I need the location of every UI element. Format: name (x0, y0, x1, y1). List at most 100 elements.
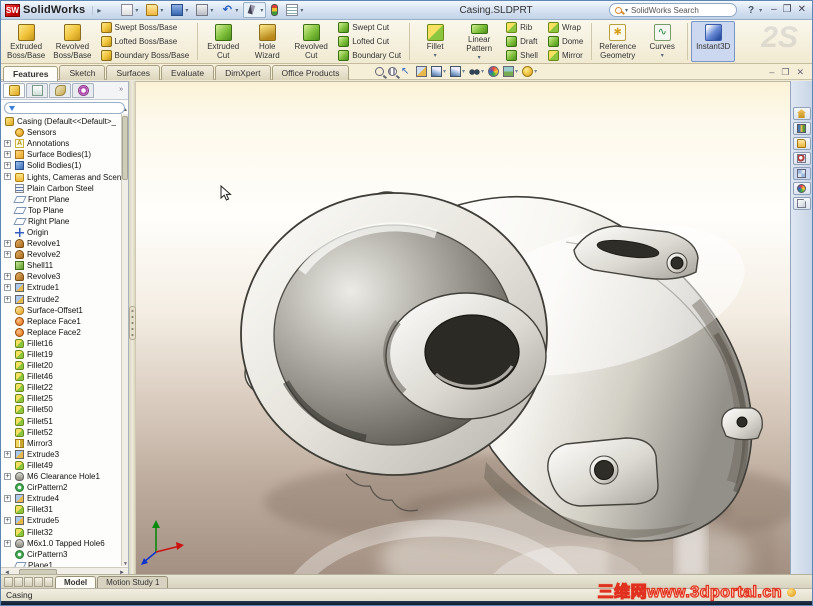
appearances-scenes-tab[interactable] (792, 182, 811, 195)
tree-item[interactable]: + Fillet52 (3, 427, 128, 438)
tree-item[interactable]: + Revolve2 (3, 249, 128, 260)
tree-item[interactable]: + Extrude1 (3, 282, 128, 293)
zoom-to-area-button[interactable] (388, 67, 397, 76)
tree-filter-input[interactable] (4, 102, 125, 114)
tree-item[interactable]: + Solid Bodies(1) (3, 160, 128, 171)
tree-item[interactable]: + Fillet49 (3, 460, 128, 471)
tree-item[interactable]: + CirPattern3 (3, 549, 128, 560)
tree-item[interactable]: + Fillet20 (3, 360, 128, 371)
nav-next-button[interactable] (24, 577, 33, 587)
tree-item[interactable]: + Replace Face1 (3, 316, 128, 327)
lofted-cut-button[interactable]: Lofted Cut (336, 35, 403, 48)
tree-item[interactable]: + Extrude3 (3, 449, 128, 460)
configurationmanager-tab[interactable] (49, 83, 71, 98)
undo-button[interactable] (218, 2, 241, 18)
doc-close-button[interactable]: ✕ (796, 66, 804, 78)
tree-item[interactable]: + M6 Clearance Hole1 (3, 471, 128, 482)
propertymanager-tab[interactable] (26, 83, 48, 98)
tree-item[interactable]: + Front Plane (3, 194, 128, 205)
dome-button[interactable]: Dome (546, 35, 585, 48)
command-tab[interactable]: Sketch (59, 65, 106, 80)
search-input[interactable]: ▾ SolidWorks Search (608, 3, 737, 17)
nav-last-button[interactable] (34, 577, 43, 587)
tree-item[interactable]: + Surface-Offset1 (3, 305, 128, 316)
expand-plus-icon[interactable]: + (4, 450, 11, 458)
apply-scene-button[interactable] (503, 66, 518, 77)
tree-item[interactable]: + Fillet22 (3, 382, 128, 393)
tree-item[interactable]: + Origin (3, 227, 128, 238)
nav-first-button[interactable] (4, 577, 13, 587)
expand-plus-icon[interactable]: + (4, 251, 11, 259)
tree-item[interactable]: + Fillet50 (3, 404, 128, 415)
command-tab[interactable]: Features (3, 66, 59, 81)
previous-view-button[interactable] (401, 66, 412, 77)
command-tab[interactable]: DimXpert (215, 65, 271, 80)
expand-plus-icon[interactable]: + (4, 240, 11, 248)
command-tab[interactable]: Surfaces (106, 65, 160, 80)
edit-appearance-button[interactable] (488, 66, 500, 77)
search-tab[interactable] (792, 152, 811, 165)
view-settings-button[interactable] (522, 66, 537, 77)
scroll-up-icon[interactable]: ▲ (122, 107, 129, 113)
expand-plus-icon[interactable]: + (4, 140, 11, 148)
tree-item[interactable]: + Revolve3 (3, 271, 128, 282)
dropdown-arrow-icon[interactable]: ▾ (661, 52, 664, 59)
tree-item[interactable]: + Plain Carbon Steel (3, 183, 128, 194)
bottom-mount-lug[interactable] (547, 437, 659, 507)
select-button[interactable] (243, 2, 267, 18)
tree-item[interactable]: + Fillet46 (3, 371, 128, 382)
close-button[interactable]: ✕ (798, 5, 806, 15)
tree-item[interactable]: + Mirror3 (3, 438, 128, 449)
dropdown-arrow-icon[interactable]: ▾ (478, 54, 481, 61)
tree-item[interactable]: + Right Plane (3, 216, 128, 227)
featuremanager-tree-tab[interactable] (3, 83, 25, 98)
rebuild-button[interactable] (268, 2, 281, 18)
expand-plus-icon[interactable]: + (4, 473, 11, 480)
display-style-button[interactable] (450, 66, 465, 77)
study-tab[interactable]: Motion Study 1 (97, 576, 169, 588)
tree-item[interactable]: + Surface Bodies(1) (3, 149, 128, 160)
expand-plus-icon[interactable]: + (4, 162, 11, 170)
toolbar-expand-arrow-icon[interactable]: ▸ (92, 5, 105, 15)
tree-item[interactable]: + Fillet32 (3, 526, 128, 537)
expand-plus-icon[interactable]: + (4, 284, 11, 292)
command-tab[interactable]: Office Products (271, 65, 350, 80)
restore-button[interactable]: ❐ (783, 5, 792, 15)
tree-item[interactable]: + Fillet16 (3, 338, 128, 349)
tree-item[interactable]: + Lights, Cameras and Scen (3, 171, 128, 182)
tree-vscroll-thumb[interactable] (122, 116, 128, 180)
expand-plus-icon[interactable]: + (4, 273, 11, 281)
help-button[interactable]: ? (748, 5, 754, 16)
minimize-button[interactable]: – (771, 5, 777, 15)
dropdown-arrow-icon[interactable]: ▾ (434, 52, 437, 59)
splitter-handle[interactable] (129, 306, 136, 340)
doc-restore-button[interactable]: ❐ (781, 66, 789, 78)
wrap-button[interactable]: Wrap (546, 21, 585, 34)
nav-list-button[interactable] (44, 577, 53, 587)
boundary-cut-button[interactable]: Boundary Cut (336, 49, 403, 62)
shell-button[interactable]: Shell (504, 49, 540, 62)
fillet-button[interactable]: Fillet ▾ (413, 21, 457, 62)
custom-properties-tab[interactable] (792, 197, 811, 210)
reference-geometry-button[interactable]: ReferenceGeometry▾ (595, 21, 640, 63)
zoom-to-fit-button[interactable] (375, 67, 384, 76)
options-button[interactable] (283, 2, 306, 18)
tree-item[interactable]: + Fillet31 (3, 504, 128, 515)
tree-item[interactable]: + Fillet19 (3, 349, 128, 360)
mirror-button[interactable]: Mirror (546, 49, 585, 62)
tree-item[interactable]: + Plane1 (3, 560, 128, 567)
tree-item[interactable]: + M6x1.0 Tapped Hole6 (3, 538, 128, 549)
expand-plus-icon[interactable]: + (4, 539, 11, 547)
panel-chevron-icon[interactable]: » (119, 86, 125, 93)
scroll-down-icon[interactable]: ▼ (122, 561, 129, 567)
view-orientation-button[interactable] (431, 66, 446, 77)
tree-item[interactable]: + Top Plane (3, 205, 128, 216)
tree-item[interactable]: + Shell11 (3, 260, 128, 271)
nav-prev-button[interactable] (14, 577, 23, 587)
tree-item[interactable]: + Extrude4 (3, 493, 128, 504)
swept-boss-base-button[interactable]: Swept Boss/Base (99, 21, 192, 34)
graphics-viewport[interactable] (136, 81, 790, 578)
tree-item[interactable]: + Sensors (3, 127, 128, 138)
expand-plus-icon[interactable]: + (4, 173, 11, 181)
lofted-boss-base-button[interactable]: Lofted Boss/Base (99, 35, 192, 48)
